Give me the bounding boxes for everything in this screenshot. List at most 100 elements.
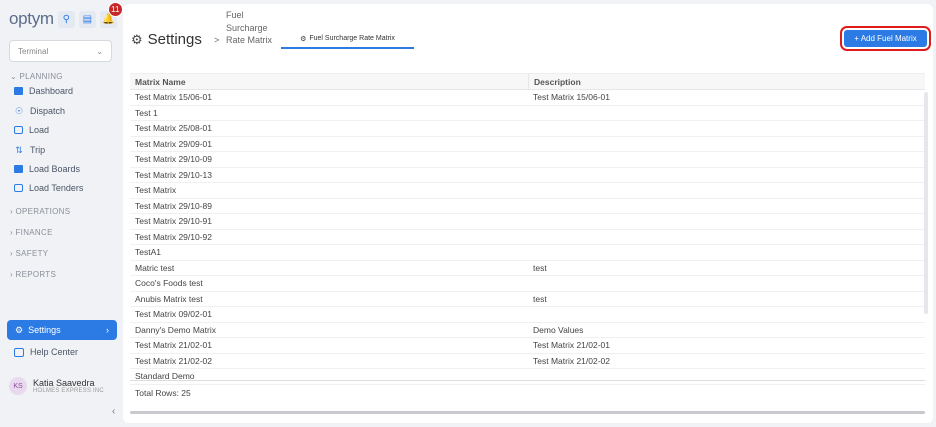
user-name: Katia Saavedra <box>33 378 95 388</box>
load-tenders-icon <box>14 184 23 192</box>
description-cell <box>528 168 533 183</box>
horizontal-scrollbar[interactable] <box>130 411 925 414</box>
matrix-table: Matrix Name Description Test Matrix 15/0… <box>130 73 925 385</box>
sidebar-item-load-boards[interactable]: Load Boards <box>14 161 80 177</box>
matrix-name-cell: Matric test <box>135 262 175 273</box>
section-finance[interactable]: › FINANCE <box>10 228 53 237</box>
description-cell <box>528 121 533 136</box>
table-row[interactable]: Test 1 <box>130 106 925 121</box>
collapse-sidebar-icon[interactable]: ‹ <box>112 406 115 417</box>
description-cell <box>528 245 533 260</box>
description-cell: Test Matrix 21/02-02 <box>533 355 611 366</box>
matrix-name-cell: Test Matrix <box>135 185 177 196</box>
table-row[interactable]: Test Matrix 29/10-13 <box>130 168 925 183</box>
section-reports[interactable]: › REPORTS <box>10 270 56 279</box>
table-row[interactable]: Test Matrix 25/08-01 <box>130 121 925 137</box>
gear-icon: ⚙ <box>131 31 143 47</box>
help-icon <box>14 347 24 357</box>
chevron-down-icon: ⌄ <box>96 46 103 56</box>
table-body: Test Matrix 15/06-01 Test Matrix 15/06-01… <box>130 90 925 385</box>
description-cell <box>528 214 533 229</box>
matrix-name-cell: Coco's Foods test <box>135 278 203 289</box>
matrix-name-cell: TestA1 <box>135 247 161 258</box>
description-cell: test <box>533 293 547 304</box>
matrix-name-cell: Test Matrix 29/10-09 <box>135 154 213 165</box>
table-header: Matrix Name Description <box>130 73 925 90</box>
section-planning[interactable]: ⌄ PLANNING <box>10 72 63 81</box>
column-header-matrix-name[interactable]: Matrix Name <box>130 77 528 87</box>
description-cell <box>528 183 533 198</box>
matrix-name-cell: Test 1 <box>135 107 158 118</box>
table-row[interactable]: Test Matrix 29/10-91 <box>130 214 925 230</box>
sidebar-item-help-center[interactable]: Help Center <box>14 347 78 357</box>
avatar: KS <box>9 377 27 395</box>
description-cell <box>528 137 533 152</box>
sidebar-item-load[interactable]: Load <box>14 122 49 138</box>
section-operations[interactable]: › OPERATIONS <box>10 207 70 216</box>
matrix-name-cell: Danny's Demo Matrix <box>135 324 216 335</box>
app-logo: optym <box>9 9 54 28</box>
sidebar-item-dashboard[interactable]: Dashboard <box>14 83 73 99</box>
chevron-right-icon: › <box>106 325 109 335</box>
description-cell <box>528 106 533 121</box>
bell-icon[interactable]: 🔔 11 <box>99 1 123 28</box>
table-row[interactable]: Test Matrix 29/10-09 <box>130 152 925 168</box>
load-icon <box>14 126 23 134</box>
description-cell <box>528 152 533 167</box>
terminal-select[interactable]: Terminal ⌄ <box>9 40 112 62</box>
terminal-select-value: Terminal <box>18 46 49 56</box>
table-row[interactable]: Test Matrix 29/10-89 <box>130 199 925 214</box>
table-row[interactable]: Test Matrix <box>130 183 925 199</box>
description-cell: Demo Values <box>533 324 584 335</box>
user-company: HOLMES EXPRESS INC <box>33 388 104 394</box>
table-row[interactable]: Test Matrix 15/06-01 Test Matrix 15/06-01 <box>130 90 925 106</box>
description-cell <box>528 230 533 245</box>
matrix-name-cell: Test Matrix 29/10-89 <box>135 200 213 211</box>
matrix-name-cell: Test Matrix 29/10-91 <box>135 216 213 227</box>
sidebar: optym ⚲ ▤ 🔔 11 Terminal ⌄ ⌄ PLANNING Das… <box>0 0 123 427</box>
matrix-name-cell: Test Matrix 21/02-02 <box>135 355 213 366</box>
trip-icon: ⇅ <box>15 144 23 155</box>
table-row[interactable]: Test Matrix 21/02-02 Test Matrix 21/02-02 <box>130 354 925 369</box>
dashboard-icon <box>14 87 23 95</box>
tab-fuel-surcharge-rate-matrix[interactable]: ⚙ Fuel Surcharge Rate Matrix <box>281 31 414 46</box>
table-row[interactable]: Test Matrix 29/09-01 <box>130 137 925 152</box>
breadcrumb-separator-icon: > <box>214 35 220 45</box>
table-row[interactable]: Matric test test <box>130 261 925 276</box>
description-cell <box>528 307 533 322</box>
matrix-name-cell: Test Matrix 15/06-01 <box>135 92 213 103</box>
vertical-scrollbar[interactable] <box>924 92 928 314</box>
description-cell <box>528 199 533 214</box>
table-row[interactable]: Danny's Demo Matrix Demo Values <box>130 323 925 338</box>
table-footer: Total Rows: 25 <box>130 380 925 404</box>
gear-icon: ⚙ <box>15 324 24 335</box>
load-boards-icon <box>14 165 23 173</box>
search-icon[interactable]: ⚲ <box>57 10 75 28</box>
table-row[interactable]: Test Matrix 09/02-01 <box>130 307 925 323</box>
table-row[interactable]: TestA1 <box>130 245 925 261</box>
matrix-name-cell: Test Matrix 29/10-92 <box>135 231 213 242</box>
user-profile[interactable]: KS Katia Saavedra HOLMES EXPRESS INC <box>9 377 104 395</box>
sidebar-item-dispatch[interactable]: ☉ Dispatch <box>14 103 65 119</box>
section-safety[interactable]: › SAFETY <box>10 249 48 258</box>
table-row[interactable]: Test Matrix 21/02-01 Test Matrix 21/02-01 <box>130 338 925 354</box>
sidebar-item-load-tenders[interactable]: Load Tenders <box>14 180 83 196</box>
sidebar-item-trip[interactable]: ⇅ Trip <box>14 142 45 158</box>
add-fuel-matrix-button[interactable]: + Add Fuel Matrix <box>840 26 931 51</box>
breadcrumb[interactable]: Fuel Surcharge Rate Matrix <box>226 9 272 47</box>
matrix-name-cell: Test Matrix 25/08-01 <box>135 123 213 134</box>
table-row[interactable]: Test Matrix 29/10-92 <box>130 230 925 245</box>
table-row[interactable]: Anubis Matrix test test <box>130 292 925 307</box>
page-title: ⚙ Settings <box>131 31 202 48</box>
active-tab-indicator <box>281 47 414 49</box>
matrix-name-cell: Test Matrix 21/02-01 <box>135 340 213 351</box>
main-panel: ⚙ Settings > Fuel Surcharge Rate Matrix … <box>123 4 933 423</box>
column-header-description[interactable]: Description <box>528 74 581 89</box>
description-cell: Test Matrix 15/06-01 <box>533 92 611 103</box>
sidebar-item-settings[interactable]: ⚙ Settings › <box>7 320 117 340</box>
gear-icon: ⚙ <box>300 35 307 43</box>
table-row[interactable]: Coco's Foods test <box>130 276 925 292</box>
chat-icon[interactable]: ▤ <box>78 10 96 28</box>
notification-badge: 11 <box>107 1 123 17</box>
description-cell: Test Matrix 21/02-01 <box>533 340 611 351</box>
